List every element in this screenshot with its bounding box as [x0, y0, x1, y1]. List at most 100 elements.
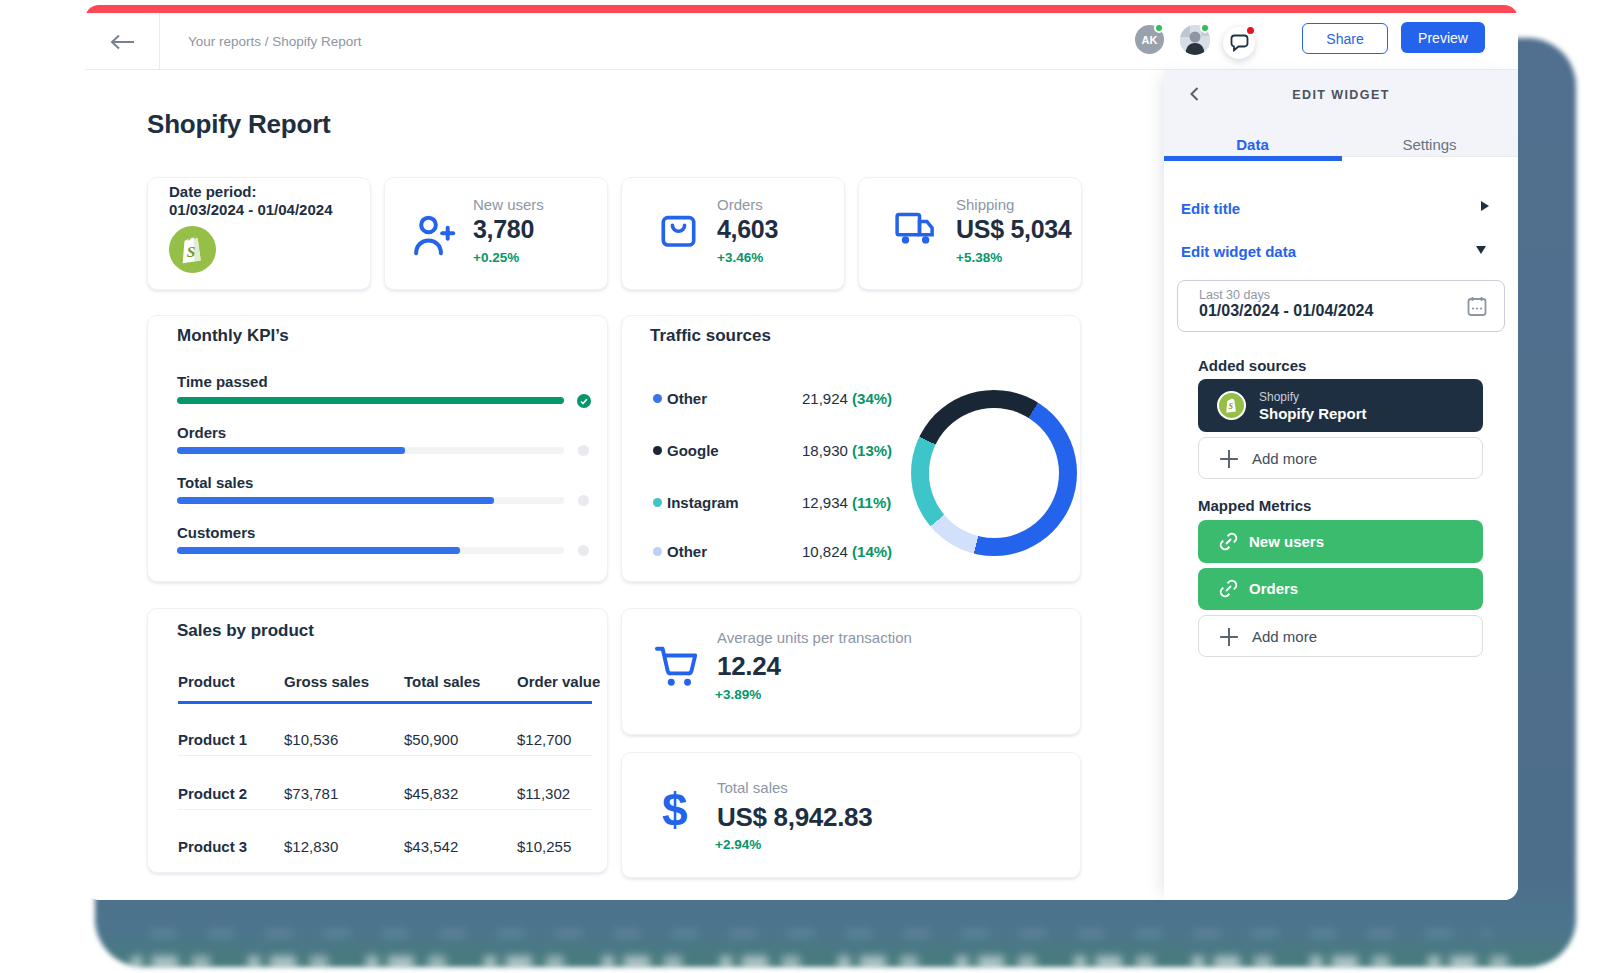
- add-more-label: Add more: [1252, 450, 1317, 467]
- add-source-button[interactable]: Add more: [1198, 437, 1483, 479]
- chat-notification-dot: [1245, 25, 1256, 36]
- date-preset-label: Last 30 days: [1199, 288, 1270, 302]
- legend-dot: [653, 547, 662, 556]
- kpi-bar-orders: [177, 447, 564, 454]
- edit-widget-panel: EDIT WIDGET Data Settings Edit title Edi…: [1164, 70, 1518, 900]
- sales-by-product-card: Sales by product Product Gross sales Tot…: [147, 608, 608, 873]
- add-more-label: Add more: [1252, 628, 1317, 645]
- legend-value: 18,930 (13%): [802, 441, 892, 461]
- table-cell: $50,900: [404, 733, 458, 747]
- metric-new-users[interactable]: New users: [1198, 520, 1483, 563]
- col-header-product: Product: [178, 675, 235, 689]
- avatar-photo-online-dot: [1200, 23, 1210, 33]
- chat-bubble-icon: [1230, 34, 1249, 52]
- kpi-pending-dot: [578, 495, 589, 506]
- svg-text:S: S: [187, 243, 196, 260]
- total-sales-label: Total sales: [717, 779, 788, 796]
- kpi-bar-customers: [177, 547, 564, 554]
- plus-icon: [1219, 449, 1239, 469]
- shopify-logo: S: [169, 226, 216, 273]
- preview-button[interactable]: Preview: [1401, 22, 1485, 53]
- back-arrow-icon: [112, 36, 134, 49]
- avatar-ak-online-dot: [1154, 23, 1164, 33]
- share-button[interactable]: Share: [1302, 23, 1388, 54]
- table-row-separator: [178, 809, 592, 810]
- app-header: Your reports / Shopify Report AK Share P…: [85, 13, 1518, 70]
- metric-label: Orders: [1249, 580, 1298, 597]
- traffic-donut-chart: [911, 390, 1077, 556]
- total-sales-delta: +2.94%: [715, 837, 761, 852]
- date-period-range: 01/03/2024 - 01/04/2024: [169, 201, 332, 218]
- table-cell: $12,830: [284, 840, 338, 854]
- calendar-icon: [1467, 296, 1487, 317]
- table-cell: $73,781: [284, 787, 338, 801]
- col-header-order-value: Order value: [517, 675, 600, 689]
- table-header-underline: [178, 701, 592, 704]
- kpi-complete-check-icon: [577, 394, 591, 408]
- svg-text:S: S: [1228, 402, 1233, 411]
- back-button[interactable]: [85, 13, 160, 70]
- stat-delta: +3.46%: [717, 250, 763, 265]
- source-app-label: Shopify: [1259, 390, 1299, 404]
- legend-value: 12,934 (11%): [802, 493, 891, 513]
- stat-value: US$ 5,034: [956, 215, 1071, 244]
- active-tab-underline: [1164, 156, 1342, 161]
- cart-icon: [654, 644, 700, 688]
- table-cell: $11,302: [517, 787, 570, 801]
- stat-value: 4,603: [717, 215, 778, 244]
- table-cell: Product 3: [178, 840, 247, 854]
- edit-widget-data-row[interactable]: Edit widget data: [1181, 243, 1296, 260]
- table-cell: $45,832: [404, 787, 458, 801]
- mapped-metrics-label: Mapped Metrics: [1198, 497, 1311, 514]
- stat-card-new-users: New users 3,780 +0.25%: [384, 177, 608, 290]
- plus-icon: [1219, 627, 1239, 647]
- avg-units-card: Average units per transaction 12.24 +3.8…: [621, 608, 1081, 735]
- table-cell: Product 2: [178, 787, 247, 801]
- monthly-kpis-title: Monthly KPI’s: [177, 326, 289, 346]
- traffic-sources-title: Traffic sources: [650, 326, 771, 346]
- metric-label: New users: [1249, 533, 1324, 550]
- kpi-label: Time passed: [177, 373, 268, 390]
- col-header-gross-sales: Gross sales: [284, 675, 369, 689]
- tab-data[interactable]: Data: [1164, 136, 1341, 153]
- dollar-icon: $: [662, 783, 688, 837]
- avg-units-label: Average units per transaction: [717, 629, 912, 646]
- table-row-separator: [178, 755, 592, 756]
- tab-settings[interactable]: Settings: [1341, 136, 1518, 153]
- shopping-bag-icon: [660, 210, 697, 248]
- kpi-pending-dot: [578, 545, 589, 556]
- page-title: Shopify Report: [147, 109, 331, 140]
- backdrop-ghost-text-row-faint: [150, 930, 1490, 937]
- kpi-pending-dot: [578, 445, 589, 456]
- metric-orders[interactable]: Orders: [1198, 568, 1483, 610]
- legend-dot: [653, 498, 662, 507]
- date-period-label: Date period:: [169, 183, 257, 200]
- legend-label: Other: [667, 542, 707, 562]
- shopify-logo-small: S: [1217, 391, 1246, 420]
- kpi-bar-total-sales: [177, 497, 564, 504]
- added-sources-label: Added sources: [1198, 357, 1306, 374]
- chevron-right-icon: [1481, 201, 1489, 211]
- source-card-shopify[interactable]: S Shopify Shopify Report: [1198, 379, 1483, 432]
- stat-delta: +5.38%: [956, 250, 1002, 265]
- source-name: Shopify Report: [1259, 405, 1367, 422]
- stat-value: 3,780: [473, 215, 534, 244]
- table-cell: $43,542: [404, 840, 458, 854]
- legend-value: 10,824 (14%): [802, 542, 892, 562]
- col-header-total-sales: Total sales: [404, 675, 480, 689]
- monthly-kpis-card: Monthly KPI’s Time passed Orders Total s…: [147, 315, 608, 582]
- sales-table-title: Sales by product: [177, 621, 314, 641]
- legend-label: Other: [667, 389, 707, 409]
- date-range-input[interactable]: Last 30 days 01/03/2024 - 01/04/2024: [1177, 280, 1505, 332]
- total-sales-value: US$ 8,942.83: [717, 802, 872, 833]
- stat-label: Shipping: [956, 196, 1014, 213]
- app-window: Your reports / Shopify Report AK Share P…: [85, 5, 1518, 900]
- stat-card-orders: Orders 4,603 +3.46%: [621, 177, 845, 290]
- edit-title-row[interactable]: Edit title: [1181, 200, 1240, 217]
- kpi-bar-time-passed: [177, 397, 564, 404]
- traffic-sources-card: Traffic sources Other 21,924 (34%) Googl…: [621, 315, 1081, 582]
- sidebar-title: EDIT WIDGET: [1164, 88, 1518, 102]
- breadcrumb[interactable]: Your reports / Shopify Report: [188, 34, 362, 49]
- stat-label: Orders: [717, 196, 763, 213]
- add-metric-button[interactable]: Add more: [1198, 615, 1483, 657]
